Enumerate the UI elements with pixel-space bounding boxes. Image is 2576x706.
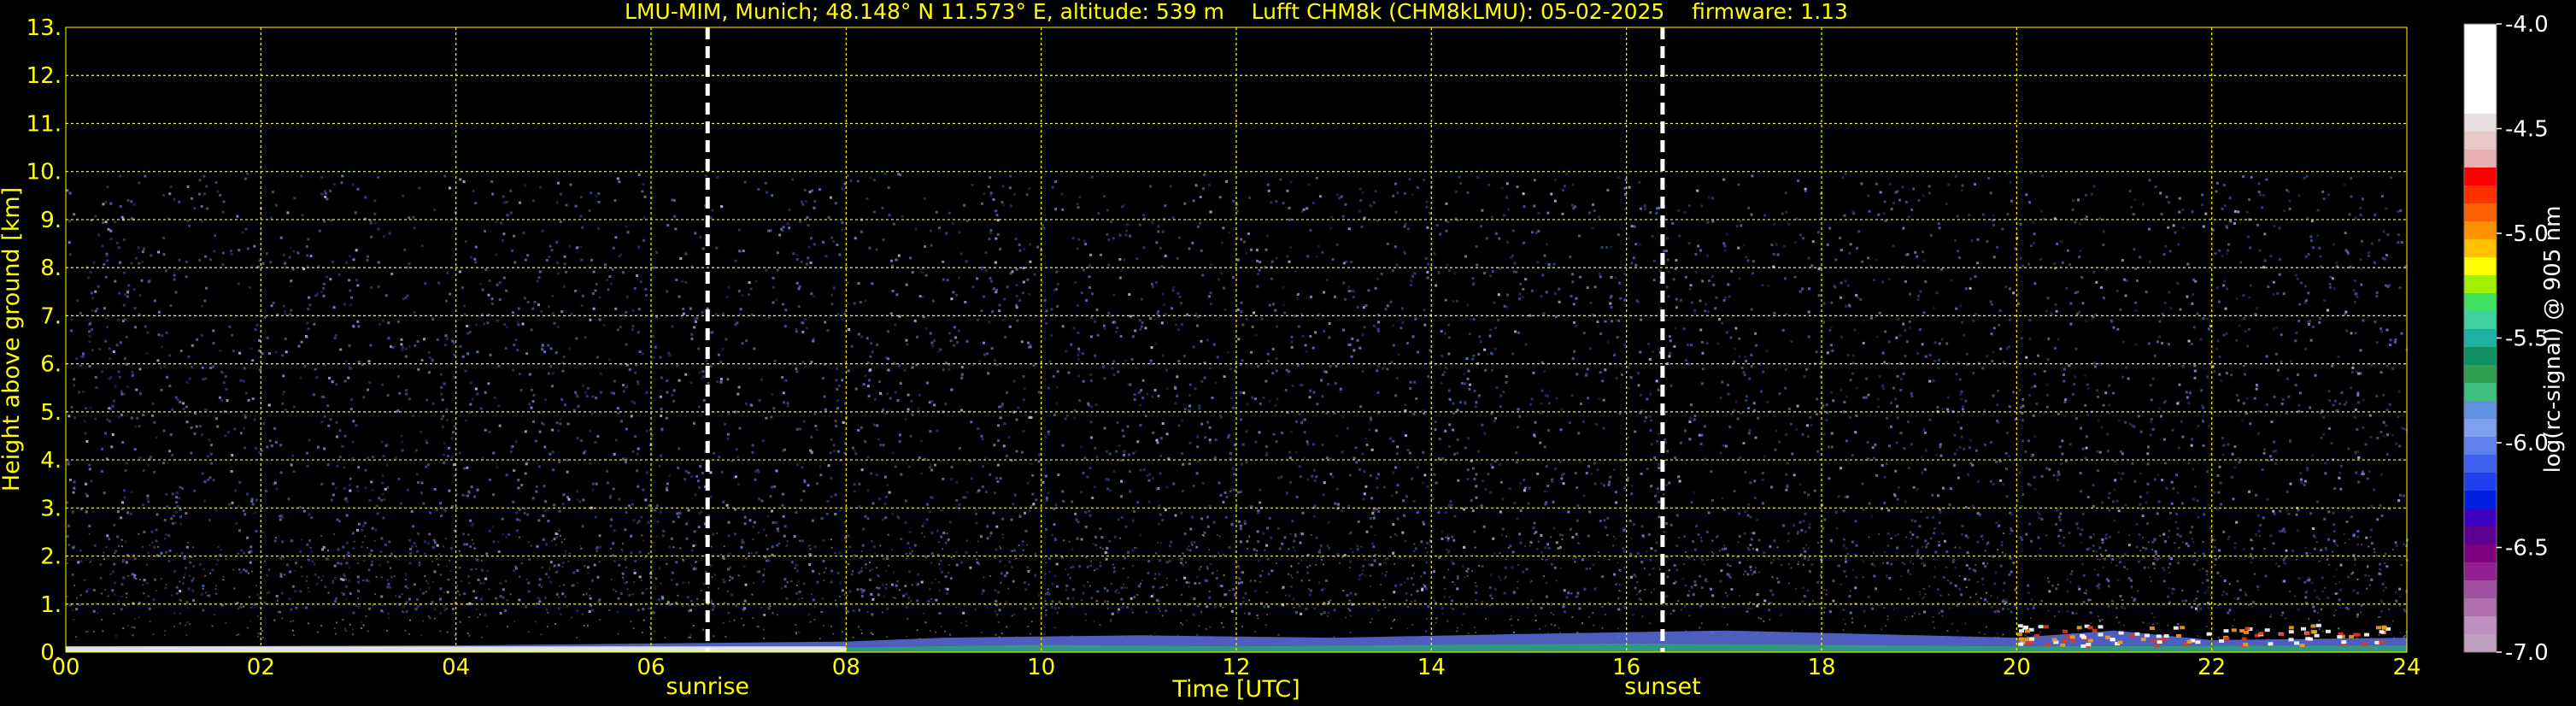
y-tick-label: 11. [26,111,62,137]
y-tick-label: 10. [26,160,62,185]
y-tick-label: 5. [40,400,62,426]
colorbar-swatch [2464,114,2497,132]
colorbar-swatch [2464,401,2497,420]
y-axis-label: Height above ground [km] [0,187,25,491]
x-tick-label: 20 [2003,655,2031,680]
colorbar-swatch [2464,509,2497,527]
colorbar-tick-label: -6.5 [2505,536,2549,562]
colorbar-tick-label: -7.0 [2505,640,2549,666]
colorbar: -4.0-4.5-5.0-5.5-6.0-6.5-7.0 log(rc-sign… [2463,12,2566,666]
colorbar-swatch [2464,42,2497,61]
colorbar-swatch [2464,383,2497,402]
colorbar-swatch [2464,60,2497,79]
ceilometer-chart: LMU-MIM, Munich; 48.148° N 11.573° E, al… [0,0,2566,703]
colorbar-tick-label: -4.0 [2505,12,2549,38]
chart-title: LMU-MIM, Munich; 48.148° N 11.573° E, al… [625,0,1848,24]
colorbar-swatch [2464,168,2497,186]
sunset-label: sunset [1624,674,1701,700]
colorbar-swatch [2464,203,2497,222]
colorbar-swatch [2464,132,2497,150]
colorbar-swatch [2464,634,2497,653]
y-tick-label: 13. [26,15,62,41]
colorbar-swatch [2464,437,2497,456]
colorbar-swatch [2464,275,2497,294]
colorbar-swatch [2464,347,2497,366]
sunrise-label: sunrise [666,674,749,700]
y-tick-label: 4. [40,448,62,474]
colorbar-swatch [2464,96,2497,115]
colorbar-swatch [2464,580,2497,599]
y-tick-label: 7. [40,303,62,329]
x-tick-label: 02 [247,655,275,680]
colorbar-tick-label: -4.5 [2505,117,2549,143]
colorbar-swatch [2464,329,2497,348]
y-tick-label: 9. [40,208,62,233]
colorbar-swatch [2464,78,2497,97]
colorbar-swatch [2464,257,2497,276]
colorbar-swatch [2464,293,2497,312]
colorbar-swatch [2464,150,2497,168]
x-tick-label: 12 [1222,655,1250,680]
colorbar-swatch [2464,311,2497,330]
colorbar-swatch [2464,527,2497,545]
x-tick-label: 24 [2392,655,2421,680]
y-tick-label: 3. [40,496,62,521]
y-tick-label: 6. [40,352,62,378]
y-tick-label: 2. [40,544,62,570]
colorbar-swatch [2464,221,2497,240]
x-tick-label: 18 [1807,655,1835,680]
colorbar-swatches [2464,24,2497,653]
x-tick-label: 04 [442,655,470,680]
x-tick-label: 06 [637,655,665,680]
colorbar-swatch [2464,562,2497,581]
colorbar-swatch [2464,598,2497,617]
colorbar-label: log(rc-signal) @ 905 nm [2540,206,2566,474]
colorbar-swatch [2464,491,2497,509]
x-tick-label: 14 [1417,655,1446,680]
x-tick-labels: 00 02 04 06 08 10 12 14 16 18 20 22 24 [51,655,2421,680]
x-tick-label: 22 [2198,655,2226,680]
y-tick-label: 8. [40,256,62,281]
colorbar-swatch [2464,616,2497,635]
colorbar-swatch [2464,419,2497,438]
colorbar-swatch [2464,365,2497,384]
x-tick-label: 00 [51,655,79,680]
x-tick-label: 08 [832,655,860,680]
y-tick-label: 12. [26,63,62,89]
x-tick-label: 10 [1027,655,1055,680]
y-tick-label: 1. [40,592,62,618]
colorbar-swatch [2464,239,2497,258]
colorbar-swatch [2464,185,2497,204]
colorbar-swatch [2464,544,2497,563]
colorbar-swatch [2464,24,2497,43]
y-tick-labels: 0.1.2.3.4.5.6.7.8.9.10.11.12.13. [26,15,62,666]
plot-area [65,26,2409,653]
colorbar-swatch [2464,473,2497,491]
colorbar-swatch [2464,455,2497,474]
